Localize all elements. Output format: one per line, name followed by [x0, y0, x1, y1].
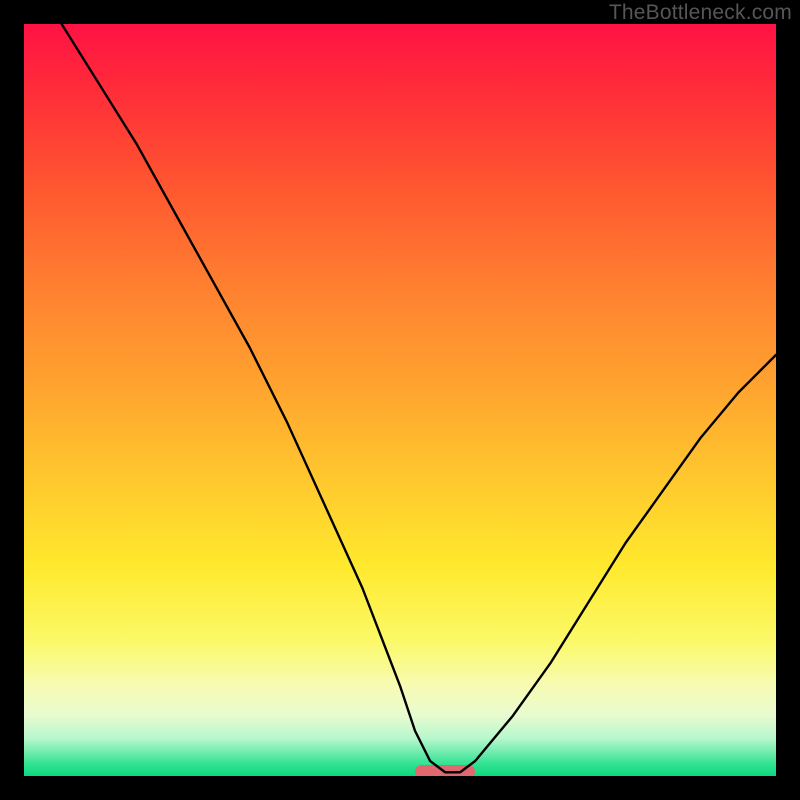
bottleneck-curve	[24, 24, 776, 776]
watermark-text: TheBottleneck.com	[609, 1, 792, 25]
chart-frame: TheBottleneck.com	[0, 0, 800, 800]
plot-area	[24, 24, 776, 776]
